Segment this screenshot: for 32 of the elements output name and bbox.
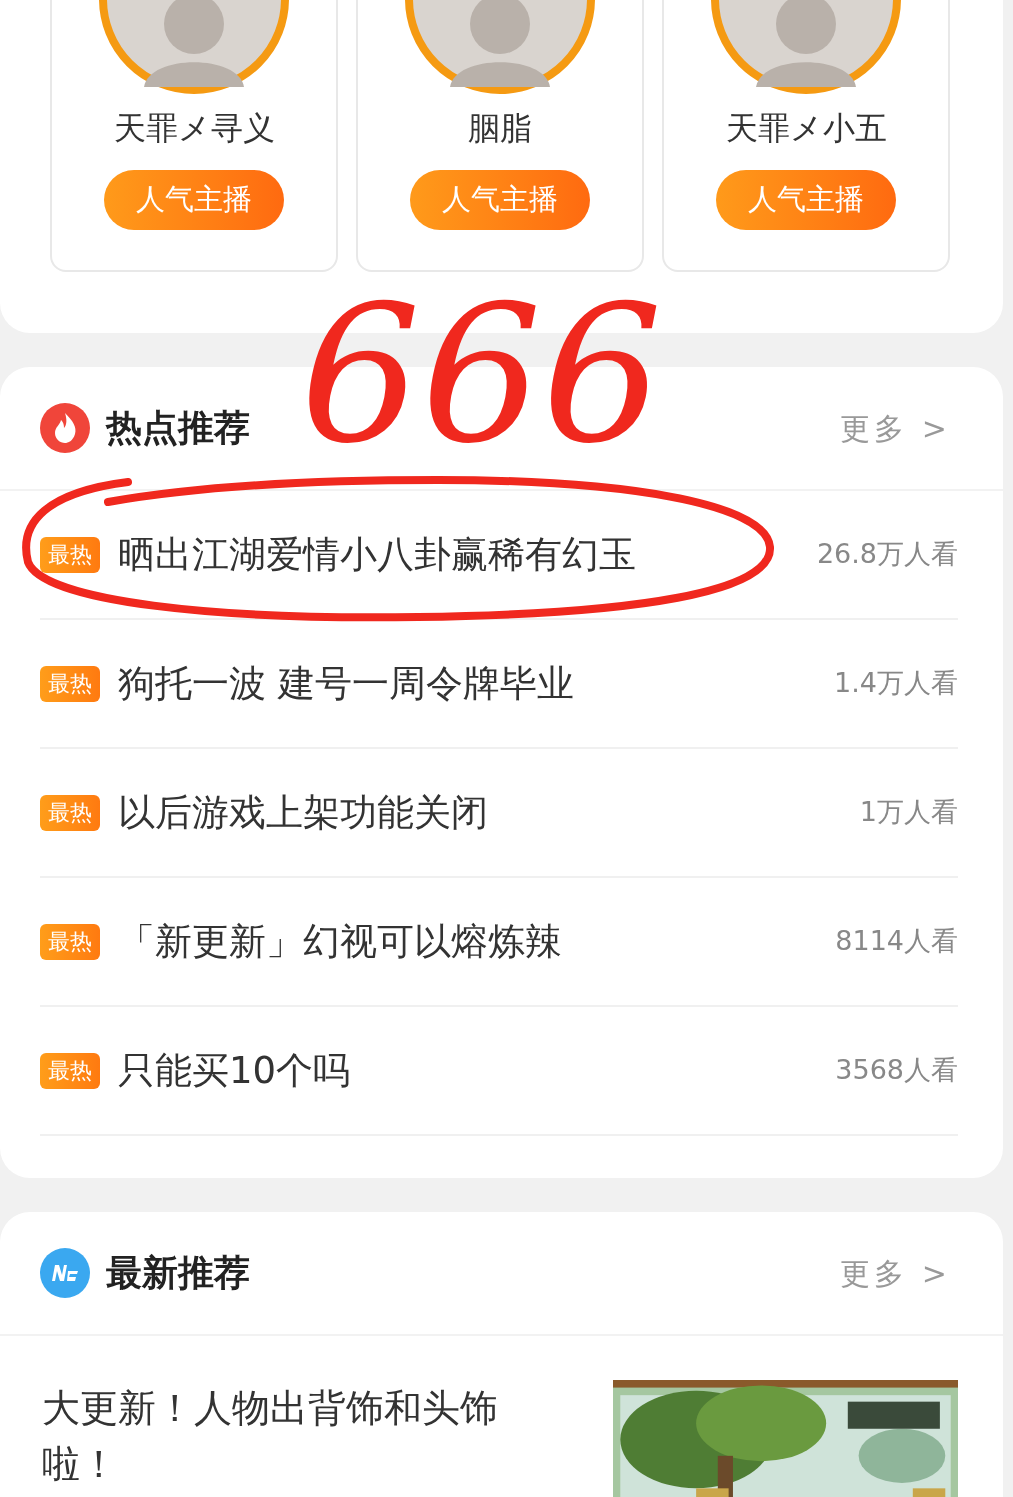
flame-icon bbox=[40, 403, 90, 453]
streamer-name: 胭脂 bbox=[468, 108, 532, 149]
new-icon bbox=[40, 1248, 90, 1298]
view-count: 3568人看 bbox=[835, 1053, 958, 1088]
streamer-name: 天罪メ小五 bbox=[725, 108, 887, 149]
hottest-tag: 最热 bbox=[40, 536, 100, 573]
hot-topic-row[interactable]: 最热 狗托一波 建号一周令牌毕业 1.4万人看 bbox=[40, 620, 958, 749]
streamer-card[interactable]: 天罪メ寻义 人气主播 bbox=[50, 0, 338, 272]
hot-topic-row[interactable]: 最热 只能买10个吗 3568人看 bbox=[40, 1007, 958, 1136]
view-count: 1.4万人看 bbox=[834, 666, 958, 701]
view-count: 26.8万人看 bbox=[816, 537, 958, 572]
section-title: 热点推荐 bbox=[106, 406, 250, 450]
view-count: 8114人看 bbox=[835, 924, 958, 959]
hottest-tag: 最热 bbox=[40, 794, 100, 831]
hottest-tag: 最热 bbox=[40, 1052, 100, 1089]
hot-topic-row[interactable]: 最热 「新更新」幻视可以熔炼辣 8114人看 bbox=[40, 878, 958, 1007]
hot-topic-row[interactable]: 最热 以后游戏上架功能关闭 1万人看 bbox=[40, 749, 958, 878]
hot-topic-row[interactable]: 最热 晒出江湖爱情小八卦赢稀有幻玉 26.8万人看 bbox=[40, 491, 958, 620]
topic-title: 狗托一波 建号一周令牌毕业 bbox=[118, 660, 574, 707]
handwritten-annotation: 666 bbox=[300, 280, 663, 470]
view-count: 1万人看 bbox=[859, 795, 958, 830]
streamer-name: 天罪メ寻义 bbox=[113, 108, 275, 149]
article-title[interactable]: 大更新！人物出背饰和头饰啦！ bbox=[42, 1380, 572, 1497]
section-title: 最新推荐 bbox=[106, 1251, 250, 1295]
topic-title: 只能买10个吗 bbox=[118, 1047, 351, 1094]
topic-title: 「新更新」幻视可以熔炼辣 bbox=[118, 918, 562, 965]
streamer-card[interactable]: 胭脂 人气主播 bbox=[356, 0, 644, 272]
hottest-tag: 最热 bbox=[40, 665, 100, 702]
topic-title: 以后游戏上架功能关闭 bbox=[118, 789, 488, 836]
topic-title: 晒出江湖爱情小八卦赢稀有幻玉 bbox=[118, 531, 636, 578]
hottest-tag: 最热 bbox=[40, 923, 100, 960]
streamer-card[interactable]: 天罪メ小五 人气主播 bbox=[662, 0, 950, 272]
